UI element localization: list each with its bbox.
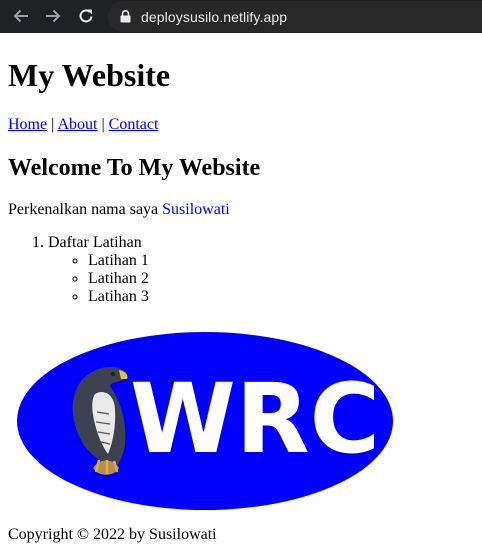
list-item-label: Daftar Latihan <box>48 234 142 251</box>
arrow-left-icon <box>13 9 28 23</box>
sub-list-item: Latihan 3 <box>88 288 149 306</box>
intro-text: Perkenalkan nama saya <box>8 201 159 218</box>
welcome-heading: Welcome To My Website <box>8 155 261 181</box>
sub-list-item: Latihan 1 <box>88 252 149 270</box>
page-content: My Website Home | About | Contact Welcom… <box>0 33 482 560</box>
intro-paragraph: Perkenalkan nama saya Susilowati <box>8 200 230 220</box>
address-bar[interactable]: deploysusilo.netlify.app <box>108 1 482 32</box>
exercise-list: Daftar Latihan Latihan 1 Latihan 2 Latih… <box>8 234 149 306</box>
lock-icon[interactable] <box>120 10 132 24</box>
forward-button[interactable] <box>42 5 64 27</box>
reload-icon <box>79 9 93 23</box>
back-button[interactable] <box>10 5 32 27</box>
nav-link-home[interactable]: Home <box>8 116 47 133</box>
nav-links: Home | About | Contact <box>8 115 158 135</box>
reload-button[interactable] <box>75 5 97 27</box>
sub-list-item: Latihan 2 <box>88 270 149 288</box>
footer-copyright: Copyright © 2022 by Susilowati <box>8 526 217 543</box>
list-item: Daftar Latihan Latihan 1 Latihan 2 Latih… <box>48 234 149 306</box>
nav-link-about[interactable]: About <box>57 116 97 133</box>
browser-toolbar: deploysusilo.netlify.app <box>0 0 482 33</box>
nav-link-contact[interactable]: Contact <box>109 116 159 133</box>
nav-separator: | <box>51 116 55 133</box>
arrow-right-icon <box>46 9 61 23</box>
site-title: My Website <box>8 57 171 93</box>
url-text[interactable]: deploysusilo.netlify.app <box>141 9 287 25</box>
wrc-logo-image: WRC <box>17 332 393 510</box>
nav-separator: | <box>101 116 105 133</box>
logo-text: WRC <box>130 363 380 475</box>
author-name: Susilowati <box>162 201 230 218</box>
